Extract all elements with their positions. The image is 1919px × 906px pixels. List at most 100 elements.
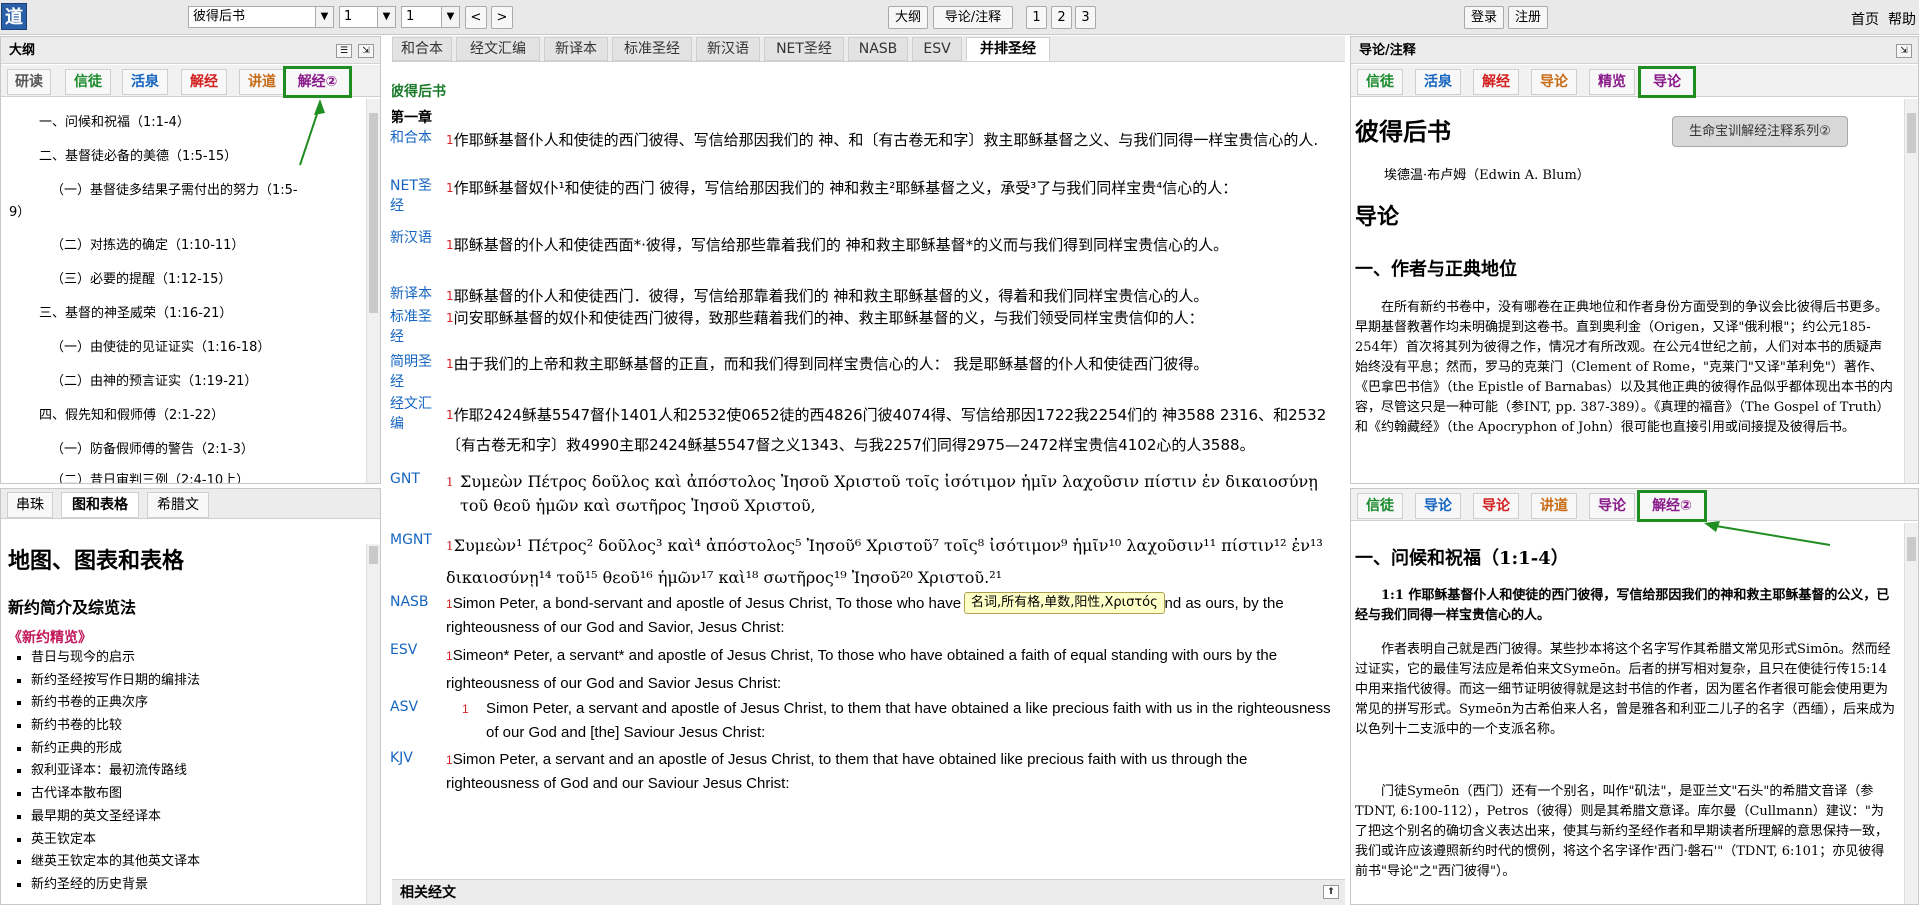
version-name[interactable]: 经文汇编 (390, 394, 440, 434)
page-button-3[interactable]: 3 (1075, 6, 1096, 29)
tab-intro[interactable]: 导论 (1473, 493, 1519, 519)
list-item[interactable]: 继英王钦定本的其他英文译本 (31, 851, 200, 874)
version-name[interactable]: KJV (390, 748, 413, 768)
list-item[interactable]: 新约书卷的正典次序 (31, 692, 200, 715)
outline-scrollbar[interactable] (366, 99, 380, 483)
charts-scrollbar[interactable] (366, 544, 380, 904)
list-item[interactable]: 古代译本散布图 (31, 783, 200, 806)
register-button[interactable]: 注册 (1508, 6, 1548, 29)
version-name[interactable]: 新汉语 (390, 228, 432, 248)
home-link[interactable]: 首页 (1851, 9, 1879, 29)
expand-icon[interactable]: ⇑ (1323, 885, 1339, 899)
tab-intro[interactable]: 导论 (1415, 493, 1461, 519)
tab-spring[interactable]: 活泉 (1415, 69, 1461, 95)
list-item[interactable]: 昔日与现今的启示 (31, 647, 200, 670)
tab-concordance[interactable]: 经文汇编 (456, 37, 540, 61)
list-item[interactable]: 新约正典的形成 (31, 738, 200, 761)
tab-net[interactable]: NET圣经 (764, 37, 844, 61)
tab-csb[interactable]: 标准圣经 (612, 37, 692, 61)
outline-item[interactable]: 一、问候和祝福（1:1-4） (39, 111, 190, 130)
outline-item[interactable]: （一）基督徒多结果子需付出的努力（1:5- (51, 179, 298, 198)
page-button-2[interactable]: 2 (1051, 6, 1072, 29)
version-name[interactable]: ESV (390, 640, 417, 660)
tab-greek[interactable]: 希腊文 (147, 492, 209, 518)
outline-item[interactable]: （一）由使徒的见证证实（1:16-18） (51, 336, 270, 355)
tab-sermon[interactable]: 讲道 (239, 69, 285, 95)
outline-item[interactable]: （二）由神的预言证实（1:19-21） (51, 370, 257, 389)
chapter-select[interactable]: 1 ▼ (339, 6, 396, 28)
tab-spring[interactable]: 活泉 (122, 69, 168, 95)
list-item[interactable]: 新约圣经的历史背景 (31, 874, 200, 897)
outline-item[interactable]: 9） (9, 201, 30, 220)
tab-believer[interactable]: 信徒 (1357, 493, 1403, 519)
book-select[interactable]: 彼得后书 ▼ (188, 6, 334, 28)
tab-intro[interactable]: 导论 (1589, 493, 1635, 519)
tab-cnv[interactable]: 新汉语 (696, 37, 760, 61)
tab-charts[interactable]: 图和表格 (61, 492, 139, 518)
version-name[interactable]: MGNT (390, 530, 432, 550)
page-button-1[interactable]: 1 (1026, 6, 1047, 29)
tab-study[interactable]: 研读 (7, 69, 51, 95)
chevron-down-icon[interactable]: ▼ (377, 7, 395, 27)
list-item[interactable]: 新约书卷的比较 (31, 715, 200, 738)
version-name[interactable]: NASB (390, 592, 429, 612)
verse-text-value: 作耶稣基督仆人和使徒的西门彼得、写信给那因我们的 神、和〔有古卷无和字〕救主耶稣… (453, 131, 1319, 149)
tab-exposition[interactable]: 解经 (181, 69, 227, 95)
help-link[interactable]: 帮助 (1888, 9, 1916, 29)
verse-text-value: 耶稣基督的仆人和使徒西门．彼得，写信给那靠着我们的 神和救主耶稣基督的义，得着和… (453, 287, 1209, 305)
charts-link[interactable]: 《新约精览》 (8, 627, 92, 647)
version-name[interactable]: GNT (390, 469, 420, 489)
verse-select[interactable]: 1 ▼ (401, 6, 460, 28)
tab-overview[interactable]: 精览 (1589, 69, 1635, 95)
tab-believer[interactable]: 信徒 (1357, 69, 1403, 95)
version-name[interactable]: 和合本 (390, 128, 432, 148)
mode-button[interactable]: 导论/注释 (933, 6, 1013, 29)
tab-ccb[interactable]: 新译本 (544, 37, 608, 61)
list-item[interactable]: 最早期的英文圣经译本 (31, 806, 200, 829)
tab-parallel[interactable]: 并排圣经 (966, 37, 1050, 61)
tab-sermon[interactable]: 讲道 (1531, 493, 1577, 519)
outline-item[interactable]: （三）必要的提醒（1:12-15） (51, 268, 231, 287)
tab-cuv[interactable]: 和合本 (392, 37, 452, 61)
outline-item[interactable]: （二）昔日审判三例（2:4-10上） (51, 469, 249, 483)
list-icon[interactable]: ☰ (336, 44, 352, 58)
tab-exposition-2[interactable]: 解经② (1637, 490, 1707, 522)
tab-exposition-2[interactable]: 解经② (283, 66, 352, 98)
tab-exposition[interactable]: 解经 (1473, 69, 1519, 95)
version-name[interactable]: 标准圣经 (390, 307, 440, 347)
popout-icon[interactable]: ⇲ (1896, 44, 1912, 58)
commentary-scrollbar[interactable] (1904, 523, 1918, 904)
tab-believer[interactable]: 信徒 (65, 69, 111, 95)
outline-item[interactable]: 四、假先知和假师傅（2:1-22） (39, 404, 224, 423)
tab-nasb[interactable]: NASB (848, 37, 908, 61)
outline-item[interactable]: 三、基督的神圣威荣（1:16-21） (39, 302, 232, 321)
version-name[interactable]: 新译本 (390, 284, 432, 304)
version-name[interactable]: 简明圣经 (390, 352, 440, 392)
tab-esv[interactable]: ESV (912, 37, 962, 61)
list-item[interactable]: 英王钦定本 (31, 829, 200, 852)
intro-scrollbar[interactable] (1904, 99, 1918, 483)
outline-item[interactable]: 二、基督徒必备的美德（1:5-15） (39, 145, 237, 164)
next-button[interactable]: > (491, 6, 513, 29)
version-name[interactable]: ASV (390, 697, 418, 717)
related-verses-bar[interactable]: 相关经文 ⇑ (392, 879, 1345, 905)
series-button[interactable]: 生命宝训解经注释系列② (1672, 116, 1848, 147)
app-logo[interactable]: 道 (1, 3, 27, 30)
charts-tabs: 串珠 图和表格 希腊文 (1, 489, 380, 519)
chevron-down-icon[interactable]: ▼ (441, 7, 459, 27)
list-item[interactable]: 新约圣经按写作日期的编排法 (31, 670, 200, 693)
login-button[interactable]: 登录 (1464, 6, 1504, 29)
outline-toggle-button[interactable]: 大纲 (888, 6, 928, 29)
popout-icon[interactable]: ⇲ (358, 44, 374, 58)
book-select-value: 彼得后书 (193, 9, 246, 24)
verse-text: 1Simon Peter, a servant and an apostle o… (446, 751, 1248, 792)
list-item[interactable]: 叙利亚译本：最初流传路线 (31, 760, 200, 783)
version-name[interactable]: NET圣经 (390, 176, 440, 216)
outline-item[interactable]: （二）对拣选的确定（1:10-11） (51, 234, 244, 253)
tab-intro-2[interactable]: 导论 (1638, 66, 1696, 98)
tab-intro[interactable]: 导论 (1531, 69, 1577, 95)
chevron-down-icon[interactable]: ▼ (315, 7, 333, 27)
outline-item[interactable]: （一）防备假师傅的警告（2:1-3） (51, 438, 254, 457)
tab-cross-ref[interactable]: 串珠 (7, 492, 53, 518)
prev-button[interactable]: < (465, 6, 487, 29)
